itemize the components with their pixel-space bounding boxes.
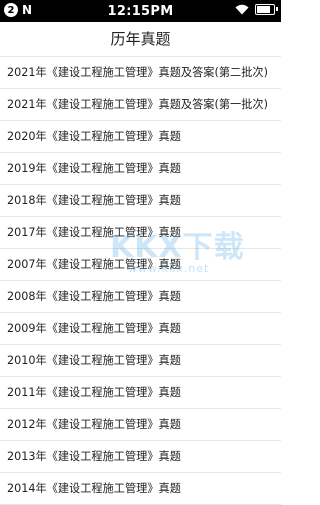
list-item[interactable]: 2017年《建设工程施工管理》真题 — [0, 217, 281, 249]
n-logo-icon: N — [22, 3, 33, 17]
list-item[interactable]: 2021年《建设工程施工管理》真题及答案(第二批次) — [0, 57, 281, 89]
list-item[interactable]: 2008年《建设工程施工管理》真题 — [0, 281, 281, 313]
list-item[interactable]: 2010年《建设工程施工管理》真题 — [0, 345, 281, 377]
status-right — [235, 4, 278, 15]
list-item[interactable]: 2007年《建设工程施工管理》真题 — [0, 249, 281, 281]
list-item[interactable]: 2013年《建设工程施工管理》真题 — [0, 441, 281, 473]
list-item[interactable]: 2019年《建设工程施工管理》真题 — [0, 153, 281, 185]
status-time: 12:15PM — [107, 3, 174, 19]
page-title: 历年真题 — [110, 30, 171, 48]
battery-icon — [255, 4, 278, 15]
notification-badge: 2 — [4, 3, 18, 17]
list-item[interactable]: 2014年《建设工程施工管理》真题 — [0, 473, 281, 505]
list-item[interactable]: 2011年《建设工程施工管理》真题 — [0, 377, 281, 409]
status-left: 2 N — [4, 3, 32, 17]
list-item[interactable]: 2012年《建设工程施工管理》真题 — [0, 409, 281, 441]
list-item[interactable]: 2021年《建设工程施工管理》真题及答案(第一批次) — [0, 89, 281, 121]
status-bar: 2 N 12:15PM — [0, 0, 281, 22]
exam-list: 2021年《建设工程施工管理》真题及答案(第二批次) 2021年《建设工程施工管… — [0, 56, 281, 505]
wifi-icon — [235, 4, 249, 15]
battery-level — [257, 6, 270, 13]
list-item[interactable]: 2020年《建设工程施工管理》真题 — [0, 121, 281, 153]
list-item[interactable]: 2018年《建设工程施工管理》真题 — [0, 185, 281, 217]
list-item[interactable]: 2009年《建设工程施工管理》真题 — [0, 313, 281, 345]
